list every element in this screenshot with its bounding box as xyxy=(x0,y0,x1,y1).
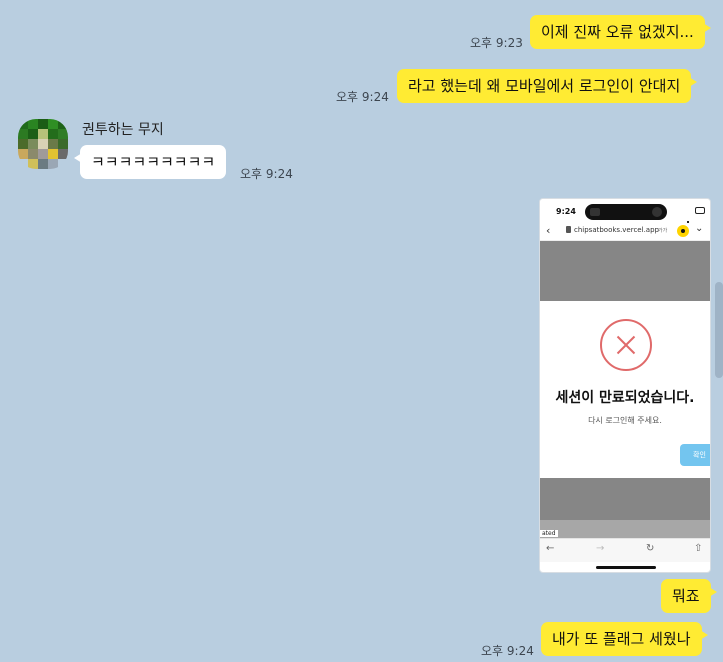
signal-icon xyxy=(678,208,696,227)
page-overlay-band xyxy=(540,520,710,538)
message-text: 뭐죠 xyxy=(672,587,700,605)
message-text: 내가 또 플래그 세웠나 xyxy=(552,630,691,648)
reload-icon: ↻ xyxy=(646,543,655,554)
my-message-bubble[interactable]: 라고 했는데 왜 모바일에서 로그인이 안대지 xyxy=(397,69,698,103)
message-time: 오후 9:24 xyxy=(481,644,534,658)
dynamic-island xyxy=(585,204,667,220)
confirm-button: 확인 xyxy=(680,444,710,466)
modal-subtitle: 다시 로그인해 주세요. xyxy=(588,416,662,425)
x-circle-icon xyxy=(600,319,652,371)
phone-clock: 9:24 xyxy=(556,207,576,216)
message-time: 오후 9:23 xyxy=(470,36,523,50)
message-text: 라고 했는데 왜 모바일에서 로그인이 안대지 xyxy=(408,77,681,95)
browser-toolbar: ← → ↻ ⇧ xyxy=(540,538,710,562)
image-message[interactable]: 9:24 ‹ chipsatbooks.vercel.app 가가 ⌄ 세션이 … xyxy=(539,198,711,573)
message-time: 오후 9:24 xyxy=(240,167,293,181)
url-text: chipsatbooks.vercel.app xyxy=(574,226,659,234)
partial-text: ated xyxy=(540,530,558,537)
chevron-down-icon: ⌄ xyxy=(695,223,704,234)
lock-icon xyxy=(566,226,571,233)
avatar[interactable] xyxy=(18,119,68,169)
share-icon: ⇧ xyxy=(694,543,703,554)
modal-title: 세션이 만료되었습니다. xyxy=(555,390,695,406)
back-icon: ‹ xyxy=(546,224,551,237)
sender-name: 권투하는 무지 xyxy=(82,122,164,138)
text-size-label: 가가 xyxy=(658,228,668,234)
message-text: 이제 진짜 오류 없겠지... xyxy=(541,23,694,41)
page-overlay-top xyxy=(540,241,710,301)
my-message-bubble[interactable]: 내가 또 플래그 세웠나 xyxy=(541,622,708,656)
my-message-bubble[interactable]: 이제 진짜 오류 없겠지... xyxy=(530,15,711,49)
phone-status-bar: 9:24 xyxy=(540,199,710,227)
forward-icon: → xyxy=(596,543,605,554)
session-expired-modal: 세션이 만료되었습니다. 다시 로그인해 주세요. 확인 xyxy=(540,301,710,478)
browser-url-bar: ‹ chipsatbooks.vercel.app 가가 ⌄ xyxy=(540,223,710,241)
back-arrow-icon: ← xyxy=(546,543,555,554)
my-message-bubble[interactable]: 뭐죠 xyxy=(661,579,717,613)
battery-icon xyxy=(695,207,705,214)
extension-icon xyxy=(677,225,689,237)
scrollbar[interactable] xyxy=(715,282,723,378)
message-time: 오후 9:24 xyxy=(336,90,389,104)
their-message-bubble[interactable]: ㅋㅋㅋㅋㅋㅋㅋㅋㅋ xyxy=(73,145,227,179)
message-text: ㅋㅋㅋㅋㅋㅋㅋㅋㅋ xyxy=(91,153,216,171)
home-indicator xyxy=(596,566,656,569)
